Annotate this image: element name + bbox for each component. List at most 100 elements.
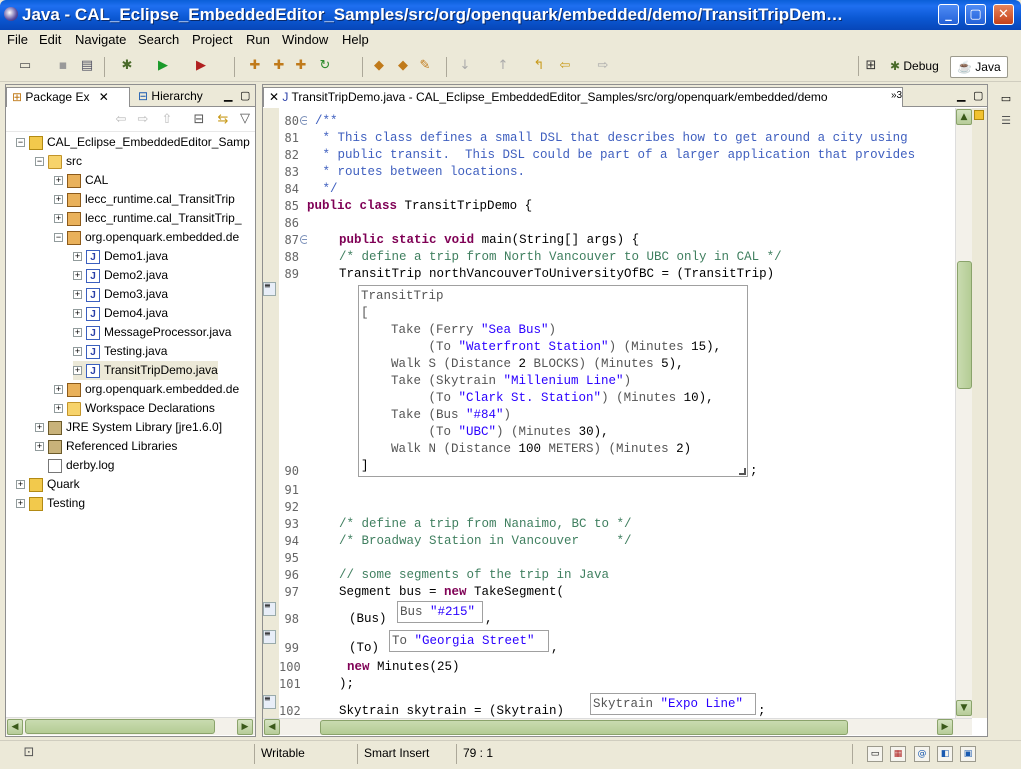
expand-toggle-icon[interactable]: + xyxy=(73,271,82,281)
minimize-editor-icon[interactable]: ▁ xyxy=(957,87,965,107)
resize-handle-icon[interactable] xyxy=(739,468,746,475)
tree-item[interactable]: + J Demo3.java xyxy=(73,285,168,304)
tree-item[interactable]: derby.log xyxy=(35,456,114,475)
menu-search[interactable]: Search xyxy=(138,32,179,47)
scroll-left-icon[interactable]: ◀ xyxy=(7,719,23,735)
highlight-icon[interactable]: ✎ xyxy=(416,57,434,75)
close-editor-icon[interactable]: ✕ xyxy=(269,90,279,104)
expand-toggle-icon[interactable]: + xyxy=(73,328,82,338)
editor-vertical-scrollbar[interactable]: ▲ ▼ xyxy=(955,108,972,718)
forward-icon[interactable]: ⇨ xyxy=(594,57,612,75)
new-icon[interactable]: ▭ xyxy=(16,57,34,75)
expand-toggle-icon[interactable]: + xyxy=(73,290,82,300)
embedded-cal-editor-trip[interactable]: TransitTrip [ Take (Ferry "Sea Bus") (To… xyxy=(358,285,748,477)
scroll-down-icon[interactable]: ▼ xyxy=(956,700,972,716)
tree-item[interactable]: + lecc_runtime.cal_TransitTrip_ xyxy=(54,209,242,228)
expand-toggle-icon[interactable]: + xyxy=(54,385,63,395)
scroll-right-icon[interactable]: ▶ xyxy=(937,719,953,735)
tree-item[interactable]: − org.openquark.embedded.de xyxy=(54,228,239,247)
tab-hierarchy[interactable]: ⊟ Hierarchy xyxy=(138,87,203,107)
scroll-up-icon[interactable]: ▲ xyxy=(956,109,972,125)
debug-perspective-button[interactable]: ✱ Debug xyxy=(884,56,945,78)
expand-toggle-icon[interactable]: + xyxy=(16,480,25,490)
problems-view-icon[interactable]: ▦ xyxy=(890,746,906,762)
tab-package-explorer[interactable]: ⊞ Package Ex ✕ xyxy=(6,87,130,107)
close-button[interactable]: ✕ xyxy=(993,4,1014,25)
open-type-icon[interactable]: ◆ xyxy=(370,57,388,75)
menu-help[interactable]: Help xyxy=(342,32,369,47)
maximize-view-icon[interactable]: ▢ xyxy=(240,87,250,107)
fast-view-icon[interactable]: ⊡ xyxy=(20,744,38,762)
tree-horizontal-scrollbar[interactable]: ◀ ▶ xyxy=(6,717,255,735)
expand-toggle-icon[interactable]: + xyxy=(73,347,82,357)
collapse-toggle-icon[interactable]: − xyxy=(35,157,44,167)
tree-item[interactable]: + J Testing.java xyxy=(73,342,167,361)
annotation-ruler[interactable]: ≡ ≡ ≡ ≡ xyxy=(263,108,279,718)
tree-item[interactable]: + J MessageProcessor.java xyxy=(73,323,231,342)
expand-toggle-icon[interactable]: + xyxy=(16,499,25,509)
back-nav-icon[interactable]: ⇦ xyxy=(112,111,130,129)
tree-item[interactable]: + J Demo2.java xyxy=(73,266,168,285)
forward-nav-icon[interactable]: ⇨ xyxy=(134,111,152,129)
trim-restore-icon[interactable]: ▭ xyxy=(867,746,883,762)
external-tools-icon[interactable]: ▶ xyxy=(192,57,210,75)
open-perspective-icon[interactable]: ⊞ xyxy=(862,57,880,75)
prev-annotation-icon[interactable]: ↑ xyxy=(494,57,512,75)
menu-file[interactable]: File xyxy=(7,32,28,47)
new-class-icon[interactable]: ✚ xyxy=(292,57,310,75)
tree-item[interactable]: − CAL_Eclipse_EmbeddedEditor_Samp xyxy=(16,133,250,152)
tree-item[interactable]: + JRE System Library [jre1.6.0] xyxy=(35,418,222,437)
console-view-icon[interactable]: ▣ xyxy=(960,746,976,762)
expand-toggle-icon[interactable]: + xyxy=(54,404,63,414)
tree-item[interactable]: + Testing xyxy=(16,494,85,513)
editor-horizontal-scrollbar[interactable]: ◀ ▶ xyxy=(263,718,972,735)
embedded-cal-editor-skytrain[interactable]: Skytrain "Expo Line" xyxy=(590,693,756,715)
back-icon[interactable]: ⇦ xyxy=(556,57,574,75)
tree-item[interactable]: + J Demo4.java xyxy=(73,304,168,323)
minimize-view-icon[interactable]: ▁ xyxy=(224,87,232,107)
editor-hscroll-thumb[interactable] xyxy=(320,720,848,735)
last-edit-icon[interactable]: ↰ xyxy=(530,57,548,75)
tree-item[interactable]: + Workspace Declarations xyxy=(54,399,215,418)
view-menu-icon[interactable]: ▽ xyxy=(236,110,254,128)
refresh-icon[interactable]: ↻ xyxy=(316,57,334,75)
expand-toggle-icon[interactable]: + xyxy=(54,195,63,205)
tab-transittripdemo[interactable]: ✕ J TransitTripDemo.java - CAL_Eclipse_E… xyxy=(263,87,903,107)
collapse-all-icon[interactable]: ⊟ xyxy=(190,111,208,129)
restore-icon[interactable]: ▭ xyxy=(997,90,1015,108)
editor-scroll-thumb[interactable] xyxy=(957,261,972,389)
tree-item[interactable]: + Quark xyxy=(16,475,80,494)
menu-project[interactable]: Project xyxy=(192,32,232,47)
debug-icon[interactable]: ✱ xyxy=(118,57,136,75)
expand-toggle-icon[interactable]: + xyxy=(35,423,44,433)
new-package-icon[interactable]: ✚ xyxy=(270,57,288,75)
expand-toggle-icon[interactable]: + xyxy=(54,176,63,186)
java-perspective-button[interactable]: ☕ Java xyxy=(950,56,1008,78)
declaration-view-icon[interactable]: ◧ xyxy=(937,746,953,762)
scroll-left-icon[interactable]: ◀ xyxy=(264,719,280,735)
menu-run[interactable]: Run xyxy=(246,32,270,47)
outline-view-icon[interactable]: ☰ xyxy=(997,112,1015,130)
maximize-button[interactable]: ▢ xyxy=(965,4,986,25)
tree-item[interactable]: + CAL xyxy=(54,171,108,190)
expand-toggle-icon[interactable]: + xyxy=(73,366,82,376)
print-icon[interactable]: ▤ xyxy=(78,57,96,75)
save-icon[interactable]: ▪ xyxy=(54,57,72,75)
maximize-editor-icon[interactable]: ▢ xyxy=(973,87,983,107)
embedded-cal-editor-to[interactable]: To "Georgia Street" xyxy=(389,630,549,652)
minimize-button[interactable]: _ xyxy=(938,4,959,25)
expand-toggle-icon[interactable]: + xyxy=(35,442,44,452)
tree-item[interactable]: + J Demo1.java xyxy=(73,247,168,266)
title-bar[interactable]: Java - CAL_Eclipse_EmbeddedEditor_Sample… xyxy=(0,0,1021,30)
collapse-toggle-icon[interactable]: − xyxy=(16,138,25,148)
expand-toggle-icon[interactable]: + xyxy=(54,214,63,224)
tree-item[interactable]: + Referenced Libraries xyxy=(35,437,177,456)
tree-scroll-thumb[interactable] xyxy=(25,719,215,734)
menu-window[interactable]: Window xyxy=(282,32,328,47)
tree-item[interactable]: + J TransitTripDemo.java xyxy=(73,361,218,380)
menu-edit[interactable]: Edit xyxy=(39,32,61,47)
scroll-right-icon[interactable]: ▶ xyxy=(237,719,253,735)
expand-toggle-icon[interactable]: + xyxy=(73,252,82,262)
close-tab-icon[interactable]: ✕ xyxy=(99,90,109,104)
embedded-cal-editor-bus[interactable]: Bus "#215" xyxy=(397,601,483,623)
